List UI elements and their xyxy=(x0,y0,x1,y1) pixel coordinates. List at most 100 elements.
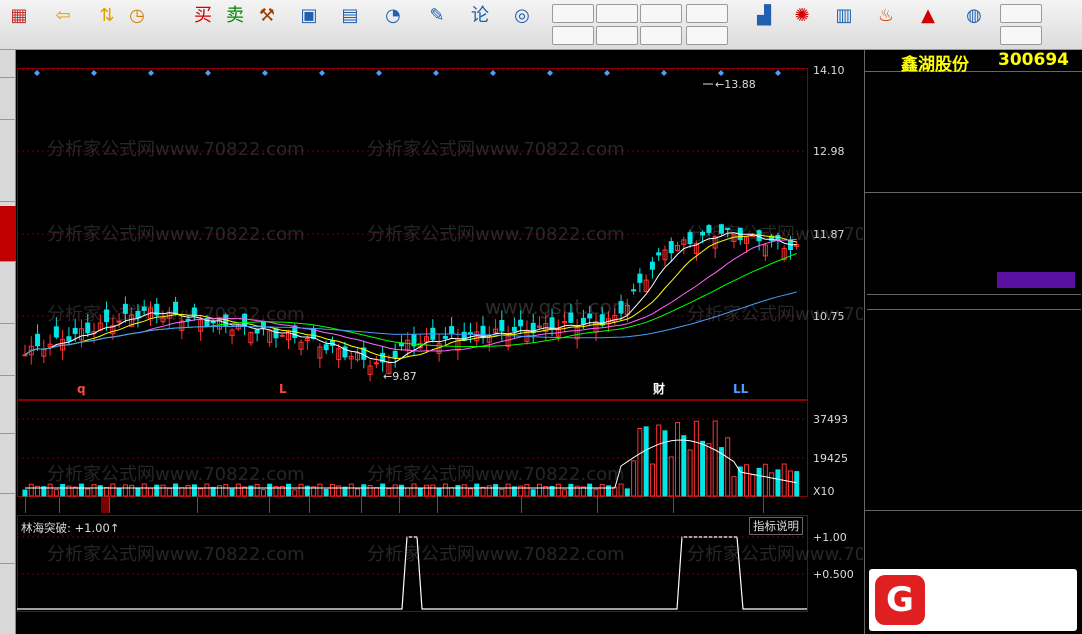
indicator-tab-1[interactable] xyxy=(51,497,60,513)
back-arrow-button[interactable]: ⇦ xyxy=(48,2,78,48)
event-diamond xyxy=(205,70,211,76)
left-tab-4[interactable] xyxy=(0,262,16,324)
toolbar-pill-16[interactable] xyxy=(596,26,638,45)
volume-bar-up xyxy=(85,488,91,497)
volume-bar-down xyxy=(643,426,649,497)
stock-title: 鑫湖股份 300694 xyxy=(865,50,1082,75)
volume-bar-down xyxy=(417,487,423,497)
ma10-line xyxy=(24,234,797,360)
toolbar-pill-13[interactable] xyxy=(552,4,594,23)
left-tab-5[interactable] xyxy=(0,324,16,376)
toolbar-10-button[interactable]: ✎ xyxy=(418,2,456,48)
toolbar-pill-17[interactable] xyxy=(640,4,682,23)
volume-bar-up xyxy=(141,483,147,497)
candle-up xyxy=(373,362,379,365)
indicator-tab-11[interactable] xyxy=(665,497,674,513)
toolbar-4-button[interactable]: 买 xyxy=(188,2,218,48)
toolbar-22-button[interactable]: ✺ xyxy=(786,2,818,48)
event-diamond xyxy=(490,70,496,76)
kline-chart-area[interactable]: ←13.88 ←9.87 14.10 12.98 11.87 10.75 q L 财 LL 3749… xyxy=(17,50,863,634)
toolbar-pill-20[interactable] xyxy=(686,26,728,45)
toolbar-pill-19[interactable] xyxy=(686,4,728,23)
volume-bar-up xyxy=(486,485,492,497)
left-tab-2[interactable] xyxy=(0,146,16,202)
toolbar-21-button[interactable]: ▟ xyxy=(748,2,780,48)
indicator-tab-bar xyxy=(17,497,807,514)
volume-bar-down xyxy=(154,484,160,497)
chart-marker: L xyxy=(279,382,287,396)
candle-down xyxy=(398,342,404,347)
watermark-text: 分析家公式网www.70822.com xyxy=(47,544,305,565)
left-tab-bar xyxy=(0,50,16,634)
volume-bar-up xyxy=(367,485,373,497)
toolbar-pill-15[interactable] xyxy=(596,4,638,23)
indicator-tab-0[interactable] xyxy=(17,497,26,513)
toolbar-24-button[interactable]: ♨ xyxy=(870,2,902,48)
volume-bar-down xyxy=(229,488,235,497)
candle-down xyxy=(66,336,72,342)
candle-down xyxy=(637,273,643,283)
toolbar-23-button[interactable]: ▥ xyxy=(828,2,860,48)
volume-bar-up xyxy=(744,464,750,497)
toolbar-pill-28[interactable] xyxy=(1000,26,1042,45)
toolbar-12-button[interactable]: ◎ xyxy=(502,2,542,48)
volume-bar-up xyxy=(110,483,116,497)
indicator-tab-7[interactable] xyxy=(391,497,400,513)
toolbar-7-button[interactable]: ▣ xyxy=(290,2,328,48)
volume-bar-down xyxy=(455,485,461,497)
volume-bar-up xyxy=(706,443,712,497)
volume-bar-down xyxy=(78,483,84,497)
indicator-tab-6[interactable] xyxy=(353,497,362,513)
pe-icon: ▥ xyxy=(835,5,853,26)
toolbar-2-button[interactable]: ⇅ xyxy=(92,2,122,48)
toolbar-pill-27[interactable] xyxy=(1000,4,1042,23)
toolbar-26-button[interactable]: ◍ xyxy=(956,2,992,48)
volume-bar-down xyxy=(493,484,499,497)
indicator-tab-2[interactable] xyxy=(101,497,110,513)
toolbar-5-button[interactable]: 卖 xyxy=(220,2,250,48)
volume-bar-up xyxy=(66,485,72,497)
left-tab-7[interactable] xyxy=(0,434,16,494)
left-tab-0[interactable] xyxy=(0,50,16,78)
candle-down xyxy=(549,317,555,330)
volume-bar-up xyxy=(260,489,266,497)
left-tab-6[interactable] xyxy=(0,376,16,434)
toolbar-8-button[interactable]: ▤ xyxy=(330,2,370,48)
volume-bar-down xyxy=(323,488,329,497)
left-tab-8[interactable] xyxy=(0,494,16,564)
indicator-tab-8[interactable] xyxy=(429,497,438,513)
toolbar-11-button[interactable]: 论 xyxy=(464,2,496,48)
indicator-axis-label: +0.500 xyxy=(813,568,854,581)
toolbar-25-button[interactable]: ▲ xyxy=(912,2,944,48)
event-diamond xyxy=(547,70,553,76)
event-diamond xyxy=(376,70,382,76)
toolbar-6-button[interactable]: ⚒ xyxy=(252,2,282,48)
toolbar-pill-18[interactable] xyxy=(640,26,682,45)
low-price-label: ←9.87 xyxy=(383,370,417,383)
volume-bar-up xyxy=(160,484,166,497)
grid-button[interactable]: ▦ xyxy=(4,2,34,48)
volume-bar-down xyxy=(267,483,273,497)
left-tab-3[interactable] xyxy=(0,206,16,262)
indicator-help-button[interactable]: 指标说明 xyxy=(749,517,803,535)
clock-icon: ◷ xyxy=(129,5,145,26)
volume-bar-up xyxy=(631,460,637,497)
volume-bar-up xyxy=(355,488,361,497)
volume-bar-down xyxy=(380,483,386,497)
indicator-tab-9[interactable] xyxy=(513,497,522,513)
left-tab-1[interactable] xyxy=(0,78,16,120)
ma5-line xyxy=(24,232,797,364)
sell-icon: 卖 xyxy=(226,5,244,26)
toolbar-9-button[interactable]: ◔ xyxy=(374,2,412,48)
volume-bar-down xyxy=(624,488,630,497)
toolbar-3-button[interactable]: ◷ xyxy=(122,2,152,48)
volume-bar-up xyxy=(386,488,392,497)
volume-bar-up xyxy=(675,422,681,497)
indicator-tab-10[interactable] xyxy=(589,497,598,513)
indicator-tab-3[interactable] xyxy=(189,497,198,513)
toolbar-pill-14[interactable] xyxy=(552,26,594,45)
indicator-tab-12[interactable] xyxy=(755,497,764,513)
indicator-tab-4[interactable] xyxy=(261,497,270,513)
volume-bar-up xyxy=(562,489,568,497)
indicator-tab-5[interactable] xyxy=(301,497,310,513)
